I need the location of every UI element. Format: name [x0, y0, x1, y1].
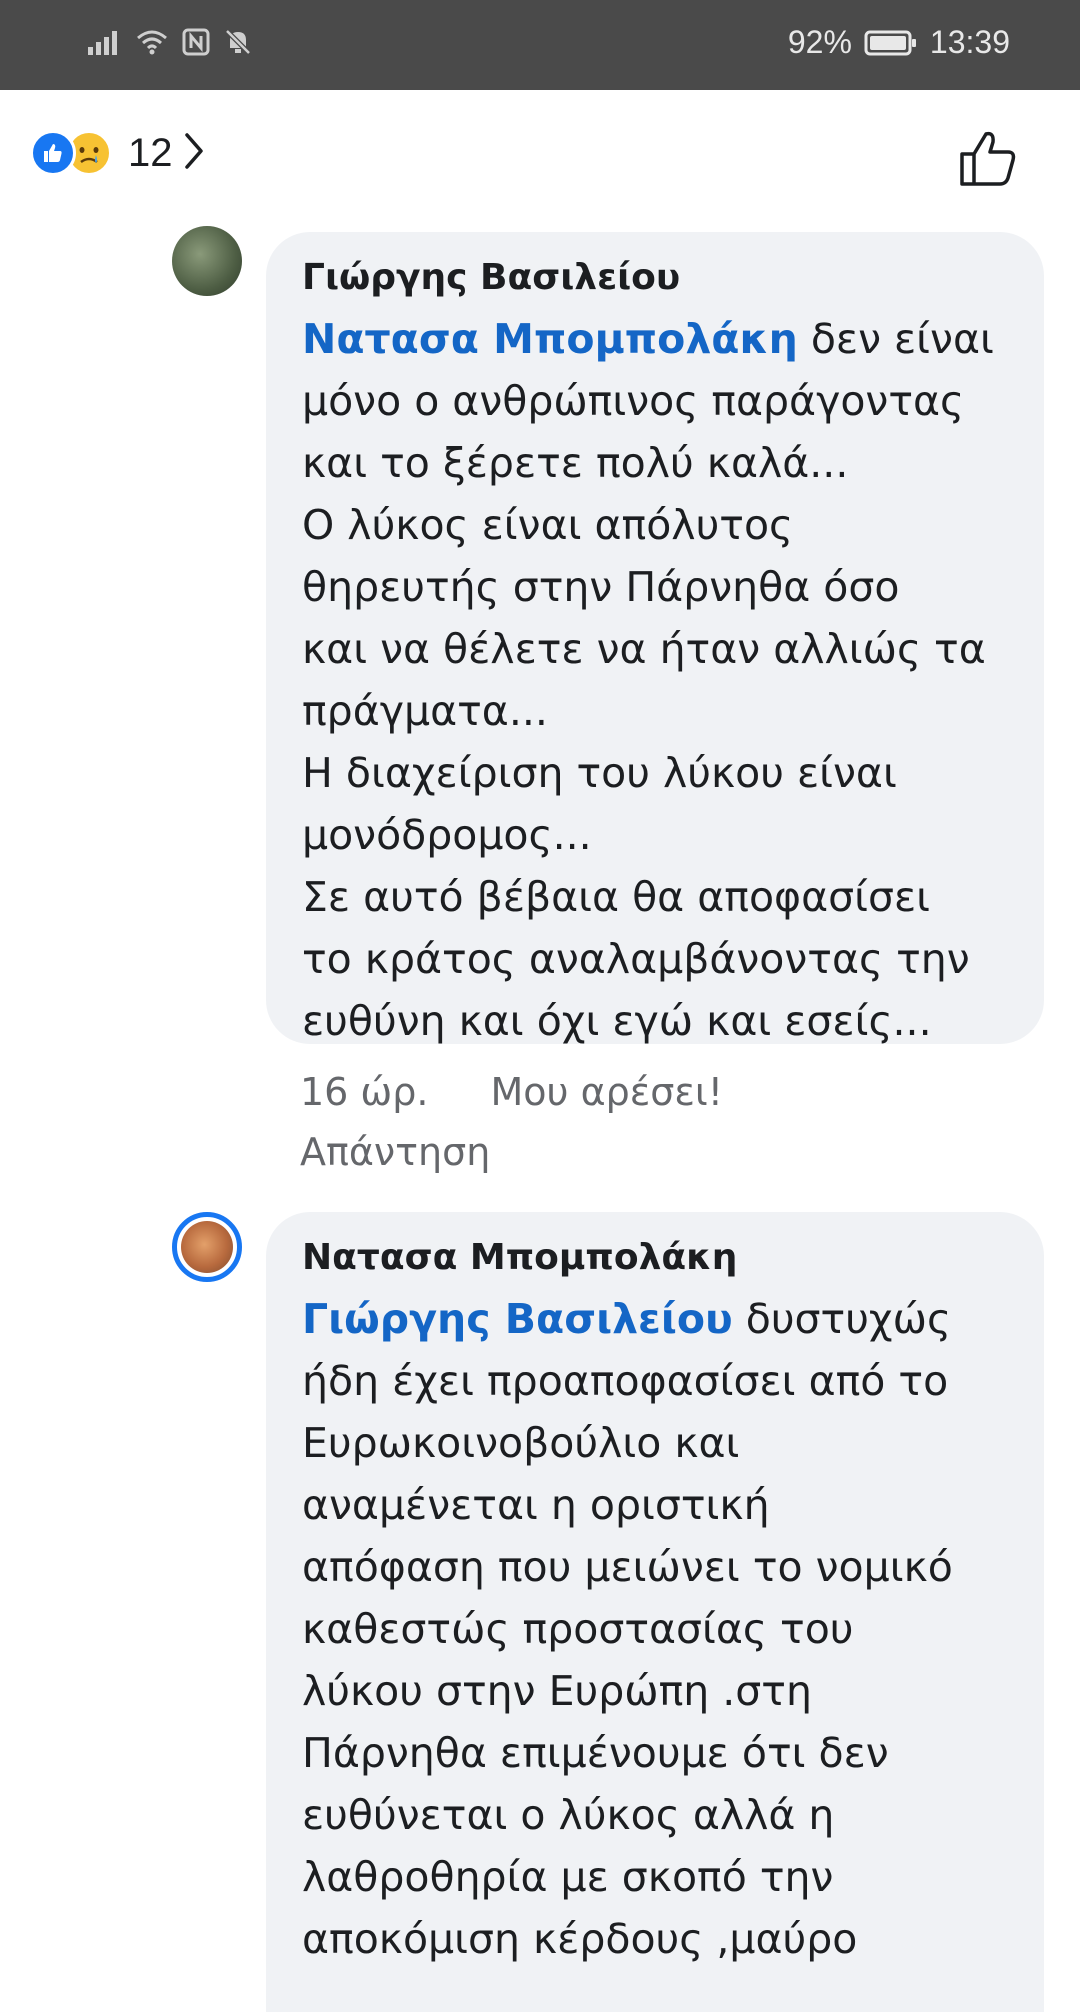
- comment-text: Γιώργης Βασιλείου δυστυχώς ήδη έχει προα…: [302, 1288, 1010, 1970]
- battery-percent: 92%: [787, 24, 852, 60]
- battery-icon: [864, 29, 918, 57]
- chevron-right-icon: [183, 131, 205, 175]
- avatar[interactable]: [172, 1212, 242, 1282]
- thumbs-up-icon: [958, 131, 1018, 192]
- mention-link[interactable]: Νατασα Μπομπολάκη: [302, 315, 798, 363]
- status-bar: 92% 13:39: [0, 0, 1080, 90]
- wifi-icon: [136, 29, 168, 55]
- avatar[interactable]: [172, 226, 242, 296]
- reaction-count: 12: [128, 130, 173, 175]
- nfc-icon: [182, 28, 210, 56]
- mention-link[interactable]: Γιώργης Βασιλείου: [302, 1295, 733, 1343]
- comment-actions: 16 ώρ. Μου αρέσει! Απάντηση: [300, 1062, 723, 1182]
- comment-text: Νατασα Μπομπολάκη δεν είναι μόνο ο ανθρώ…: [302, 308, 1010, 1052]
- comment-body: δυστυχώς ήδη έχει προαποφασίσει από το Ε…: [302, 1295, 953, 1963]
- comment-body: δεν είναι μόνο ο ανθρώπινος παράγοντας κ…: [302, 315, 994, 1045]
- comment-author[interactable]: Γιώργης Βασιλείου: [302, 250, 1010, 306]
- reactions-summary[interactable]: 12: [30, 130, 205, 176]
- signal-icon: [88, 29, 122, 55]
- clock: 13:39: [929, 24, 1010, 60]
- like-button[interactable]: [958, 130, 1018, 192]
- comment-author[interactable]: Νατασα Μπομπολάκη: [302, 1230, 1010, 1286]
- status-icons-right: 92% 13:39: [788, 24, 1010, 61]
- comment-time[interactable]: 16 ώρ.: [300, 1070, 428, 1114]
- like-icon: [30, 130, 76, 176]
- comment-bubble: Νατασα Μπομπολάκη Γιώργης Βασιλείου δυστ…: [266, 1212, 1044, 2012]
- comment-bubble: Γιώργης Βασιλείου Νατασα Μπομπολάκη δεν …: [266, 232, 1044, 1045]
- reply-action[interactable]: Απάντηση: [300, 1122, 723, 1182]
- like-action[interactable]: Μου αρέσει!: [490, 1070, 723, 1114]
- mute-bell-icon: [224, 28, 252, 56]
- status-icons-left: [88, 28, 252, 56]
